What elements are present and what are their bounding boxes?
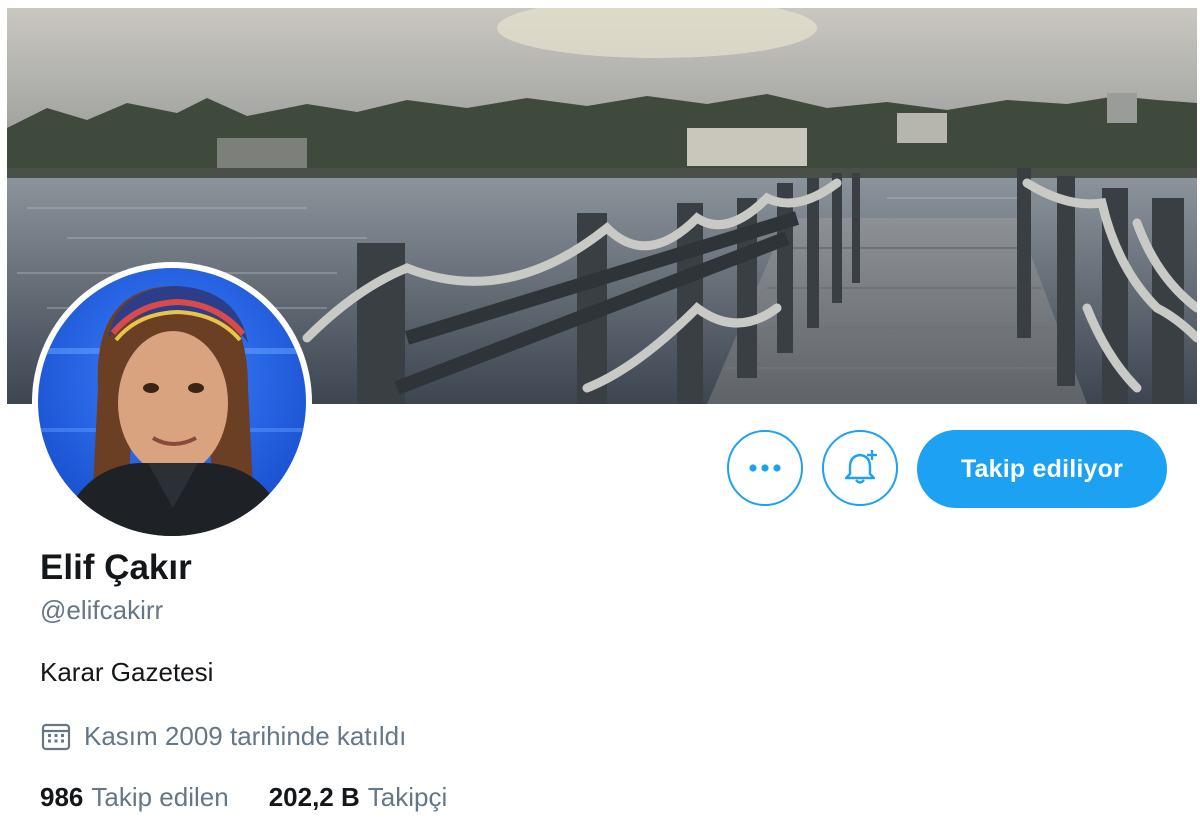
more-options-button[interactable]: [727, 430, 803, 506]
following-count: 986: [40, 782, 84, 812]
profile-stats: 986 Takip edilen 202,2 B Takipçi: [40, 782, 487, 813]
more-icon: [749, 464, 781, 472]
profile-bio: Karar Gazetesi: [40, 657, 214, 687]
profile-handle: @elifcakirr: [40, 595, 164, 625]
following-label: Takip edilen: [91, 782, 229, 812]
followers-label: Takipçi: [367, 782, 448, 812]
profile-name: Elif Çakır: [40, 548, 192, 587]
calendar-icon: [40, 720, 72, 752]
join-date-text: Kasım 2009 tarihinde katıldı: [84, 720, 407, 751]
followers-count: 202,2 B: [268, 782, 360, 812]
notifications-button[interactable]: [822, 430, 898, 506]
bell-plus-icon: [844, 450, 877, 484]
avatar-image: [38, 268, 306, 536]
following-button[interactable]: Takip ediliyor: [917, 430, 1167, 508]
following-stat-link[interactable]: 986 Takip edilen: [40, 782, 229, 813]
join-date: Kasım 2009 tarihinde katıldı: [40, 720, 406, 752]
profile-page: Takip ediliyor Elif Çakır @elifcakirr Ka…: [0, 0, 1200, 835]
followers-stat-link[interactable]: 202,2 B Takipçi: [269, 782, 448, 813]
profile-avatar[interactable]: [32, 262, 312, 542]
